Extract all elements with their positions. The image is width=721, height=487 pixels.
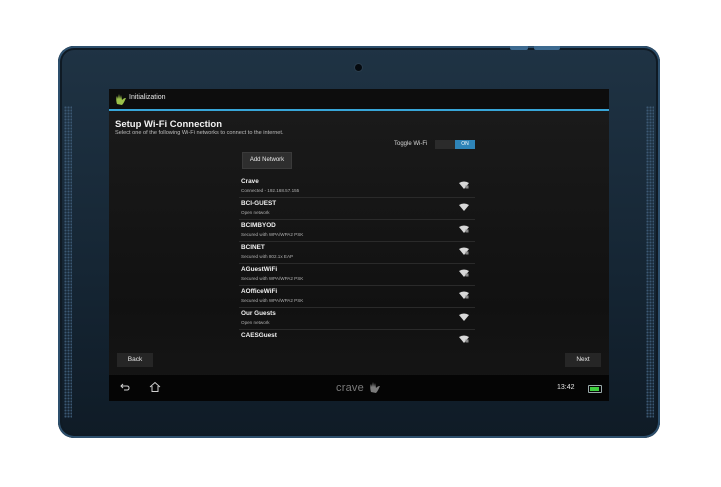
device-screen: Initialization Setup Wi-Fi Connection Se… — [109, 89, 609, 401]
wifi-locked-icon — [459, 335, 469, 343]
speaker-grille-right — [646, 106, 654, 418]
next-button[interactable]: Next — [565, 353, 601, 367]
network-row-bcinet[interactable]: BCINET Secured with 802.1x EAP — [239, 241, 475, 264]
wifi-open-icon — [459, 203, 469, 211]
network-status: Secured with WPA/WPA2 PSK — [241, 276, 304, 281]
toggle-wifi-switch[interactable]: ON — [435, 140, 475, 149]
network-status: Secured with WPA/WPA2 PSK — [241, 298, 304, 303]
wifi-locked-icon — [459, 269, 469, 277]
power-button — [534, 46, 560, 50]
wifi-locked-icon — [459, 225, 469, 233]
wifi-locked-icon — [459, 291, 469, 299]
title-bar: Initialization — [109, 89, 609, 111]
battery-icon — [588, 385, 602, 393]
network-name: CAESGuest — [241, 332, 277, 339]
back-button[interactable]: Back — [117, 353, 153, 367]
wifi-locked-icon — [459, 181, 469, 189]
network-name: AGuestWiFi — [241, 266, 278, 273]
front-camera — [355, 64, 362, 71]
system-navigation-bar: crave 13:42 — [109, 375, 609, 401]
network-row-caesguest[interactable]: CAESGuest — [239, 329, 475, 343]
page-title: Setup Wi-Fi Connection — [115, 119, 223, 130]
network-row-bcimbyod[interactable]: BCIMBYOD Secured with WPA/WPA2 PSK — [239, 219, 475, 242]
network-name: Crave — [241, 178, 259, 185]
wifi-open-icon — [459, 313, 469, 321]
crave-hand-icon — [116, 94, 126, 105]
home-icon[interactable] — [149, 381, 161, 393]
crave-logo-text: crave — [336, 382, 364, 394]
toggle-wifi-label: Toggle Wi-Fi — [394, 141, 428, 147]
wifi-locked-icon — [459, 247, 469, 255]
back-arrow-icon[interactable] — [120, 382, 130, 392]
network-name: BCI-GUEST — [241, 200, 277, 207]
network-row-aofficewifi[interactable]: AOfficeWiFi Secured with WPA/WPA2 PSK — [239, 285, 475, 308]
network-row-crave[interactable]: Crave Connected - 192.168.57.155 — [239, 175, 475, 198]
network-row-aguestwifi[interactable]: AGuestWiFi Secured with WPA/WPA2 PSK — [239, 263, 475, 286]
tablet-device: Initialization Setup Wi-Fi Connection Se… — [58, 46, 660, 438]
network-name: BCINET — [241, 244, 265, 251]
network-status: Secured with WPA/WPA2 PSK — [241, 232, 304, 237]
clock: 13:42 — [557, 384, 575, 391]
network-list: Crave Connected - 192.168.57.155 BCI-GUE… — [239, 175, 475, 343]
network-status: Open network — [241, 210, 270, 215]
crave-logo-icon — [370, 382, 380, 393]
network-status: Connected - 192.168.57.155 — [241, 188, 300, 193]
network-row-bci-guest[interactable]: BCI-GUEST Open network — [239, 197, 475, 220]
network-name: Our Guests — [241, 310, 276, 317]
toggle-on-indicator: ON — [455, 140, 475, 149]
network-row-our-guests[interactable]: Our Guests Open network — [239, 307, 475, 330]
volume-button — [510, 46, 528, 50]
network-status: Secured with 802.1x EAP — [241, 254, 294, 259]
page-subtitle: Select one of the following Wi-Fi networ… — [115, 130, 284, 136]
speaker-grille-left — [64, 106, 72, 418]
add-network-button[interactable]: Add Network — [242, 152, 292, 169]
network-name: AOfficeWiFi — [241, 288, 278, 295]
title-text: Initialization — [129, 94, 166, 101]
network-name: BCIMBYOD — [241, 222, 276, 229]
network-status: Open network — [241, 320, 270, 325]
